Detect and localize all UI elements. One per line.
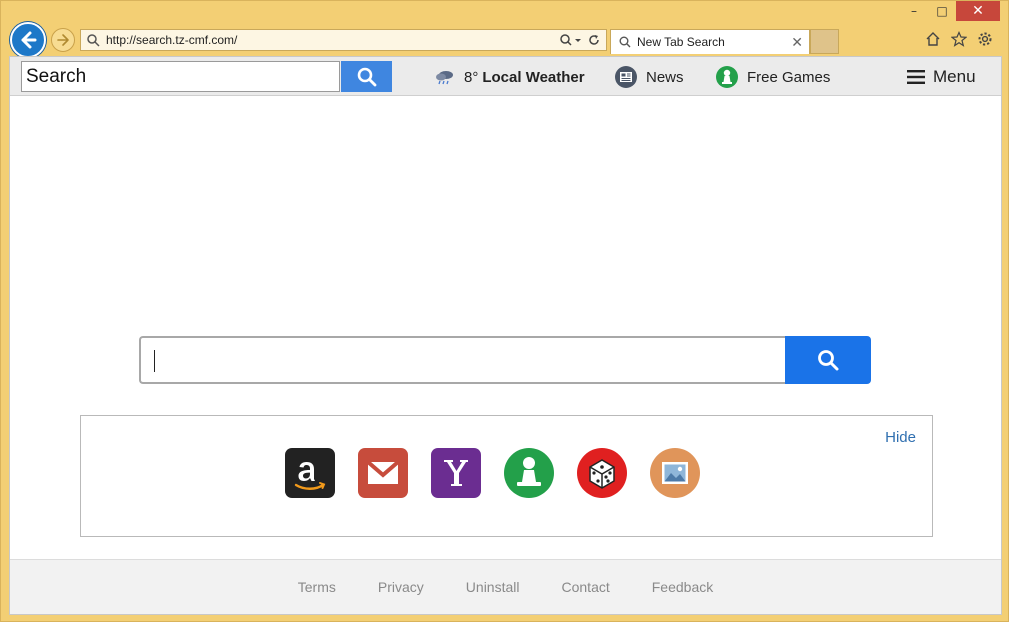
browser-tools bbox=[924, 30, 994, 48]
footer-link-feedback[interactable]: Feedback bbox=[652, 579, 713, 595]
menu-button[interactable]: Menu bbox=[907, 65, 976, 89]
gmail-shortcut[interactable] bbox=[358, 448, 408, 498]
address-tools bbox=[560, 33, 600, 47]
image-icon bbox=[650, 448, 700, 498]
news-label: News bbox=[646, 68, 684, 86]
local-weather-link[interactable]: 8° Local Weather bbox=[434, 65, 585, 89]
search-icon bbox=[619, 36, 631, 48]
hamburger-icon bbox=[907, 70, 925, 84]
tab-new-tab-search[interactable]: New Tab Search ✕ bbox=[610, 29, 810, 54]
dice-icon bbox=[577, 448, 627, 498]
footer-link-contact[interactable]: Contact bbox=[562, 579, 610, 595]
close-icon[interactable]: ✕ bbox=[791, 34, 803, 51]
address-bar[interactable]: http://search.tz-cmf.com/ bbox=[80, 29, 607, 51]
search-dropdown-icon[interactable] bbox=[560, 33, 582, 47]
close-window-button[interactable]: ✕ bbox=[956, 1, 1000, 21]
search-icon bbox=[87, 33, 100, 47]
toolbar-search-input[interactable] bbox=[21, 61, 340, 92]
shortcuts-panel: Hide bbox=[80, 415, 933, 537]
arrow-left-icon bbox=[21, 31, 37, 49]
main-search-button[interactable] bbox=[785, 336, 871, 384]
browser-window: – □ ✕ http://search.tz-cmf.com/ New Tab … bbox=[0, 0, 1009, 622]
page-viewport: 8° Local Weather News bbox=[9, 56, 1002, 615]
minimize-button[interactable]: – bbox=[900, 1, 928, 21]
toolbar-search-button[interactable] bbox=[341, 61, 392, 92]
home-icon[interactable] bbox=[924, 30, 942, 48]
footer-link-terms[interactable]: Terms bbox=[298, 579, 336, 595]
footer-link-uninstall[interactable]: Uninstall bbox=[466, 579, 520, 595]
free-games-link[interactable]: Free Games bbox=[715, 65, 830, 89]
main-search-input[interactable] bbox=[139, 336, 785, 384]
star-icon[interactable] bbox=[950, 30, 968, 48]
url-text: http://search.tz-cmf.com/ bbox=[106, 33, 238, 47]
yahoo-icon bbox=[431, 448, 481, 498]
yahoo-shortcut[interactable] bbox=[431, 448, 481, 498]
game-pawn-icon bbox=[715, 65, 739, 89]
refresh-icon[interactable] bbox=[588, 34, 600, 46]
search-icon bbox=[357, 67, 376, 86]
dice-shortcut[interactable] bbox=[577, 448, 627, 498]
news-icon bbox=[614, 65, 638, 89]
new-tab-button[interactable] bbox=[810, 29, 839, 54]
back-button[interactable] bbox=[10, 22, 46, 58]
weather-label: Local Weather bbox=[482, 68, 585, 86]
amazon-icon bbox=[285, 448, 335, 498]
footer: Terms Privacy Uninstall Contact Feedback bbox=[10, 559, 1001, 614]
shortcut-tiles bbox=[285, 448, 700, 498]
weather-temperature: 8° bbox=[464, 68, 479, 86]
window-caption-buttons: – □ ✕ bbox=[900, 1, 1000, 21]
text-caret bbox=[154, 350, 155, 372]
images-shortcut[interactable] bbox=[650, 448, 700, 498]
weather-icon bbox=[434, 69, 456, 85]
game-pawn-icon bbox=[504, 448, 554, 498]
mail-icon bbox=[358, 448, 408, 498]
hide-link[interactable]: Hide bbox=[885, 429, 916, 446]
maximize-button[interactable]: □ bbox=[928, 1, 956, 21]
amazon-shortcut[interactable] bbox=[285, 448, 335, 498]
arrow-right-icon bbox=[57, 34, 69, 46]
forward-button[interactable] bbox=[51, 28, 75, 52]
free-games-label: Free Games bbox=[747, 68, 831, 86]
extension-toolbar: 8° Local Weather News bbox=[10, 57, 1001, 96]
menu-label: Menu bbox=[933, 67, 976, 86]
games-shortcut[interactable] bbox=[504, 448, 554, 498]
search-icon bbox=[818, 350, 839, 371]
tab-title: New Tab Search bbox=[637, 35, 725, 49]
gear-icon[interactable] bbox=[976, 30, 994, 48]
footer-link-privacy[interactable]: Privacy bbox=[378, 579, 424, 595]
news-link[interactable]: News bbox=[614, 65, 684, 89]
